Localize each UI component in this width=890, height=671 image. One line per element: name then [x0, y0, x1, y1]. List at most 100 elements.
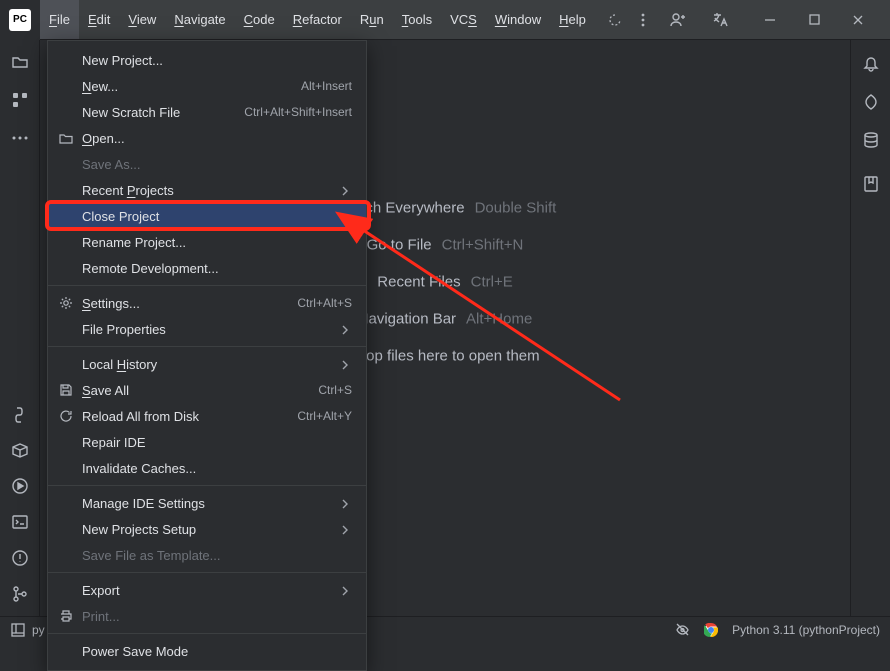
file-menu-manage-ide-settings[interactable]: Manage IDE Settings [48, 490, 366, 516]
window-maximize[interactable] [792, 0, 836, 40]
file-menu-save-all[interactable]: Save AllCtrl+S [48, 377, 366, 403]
menubar[interactable]: FileEditViewNavigateCodeRefactorRunTools… [40, 0, 595, 39]
file-menu-save-file-as-template: Save File as Template... [48, 542, 366, 568]
menubar-item-navigate[interactable]: Navigate [165, 0, 234, 39]
menu-item-label: Settings... [82, 296, 140, 311]
menu-item-label: New Projects Setup [82, 522, 196, 537]
file-menu-settings[interactable]: Settings...Ctrl+Alt+S [48, 290, 366, 316]
menubar-item-help[interactable]: Help [550, 0, 595, 39]
vcs-icon[interactable] [10, 584, 30, 604]
chrome-icon[interactable] [704, 623, 718, 637]
packages-icon[interactable] [10, 440, 30, 460]
project-filter-label[interactable]: py [32, 623, 45, 637]
menubar-item-tools[interactable]: Tools [393, 0, 441, 39]
menu-item-shortcut: Ctrl+Alt+Shift+Insert [244, 105, 352, 119]
menu-separator [48, 346, 366, 347]
file-menu-new-project[interactable]: New Project... [48, 47, 366, 73]
build-icon[interactable] [601, 6, 629, 34]
file-menu-local-history[interactable]: Local History [48, 351, 366, 377]
file-menu-rename-project[interactable]: Rename Project... [48, 229, 366, 255]
reload-icon [58, 408, 74, 424]
menubar-item-vcs[interactable]: VCS [441, 0, 486, 39]
interpreter-label[interactable]: Python 3.11 (pythonProject) [732, 623, 880, 637]
left-toolbar [0, 40, 40, 616]
chevron-right-icon [340, 184, 352, 196]
file-menu-save-as: Save As... [48, 151, 366, 177]
file-menu-file-properties[interactable]: File Properties [48, 316, 366, 342]
chevron-right-icon [340, 358, 352, 370]
notifications-icon[interactable] [861, 54, 881, 74]
menu-item-label: New Project... [82, 53, 163, 68]
menubar-item-code[interactable]: Code [235, 0, 284, 39]
window-minimize[interactable] [748, 0, 792, 40]
python-console-icon[interactable] [10, 404, 30, 424]
menu-item-label: Manage IDE Settings [82, 496, 205, 511]
file-menu-remote-development[interactable]: Remote Development... [48, 255, 366, 281]
more-tool-icon[interactable] [10, 128, 30, 148]
project-tool-icon[interactable] [10, 52, 30, 72]
file-menu-recent-projects[interactable]: Recent Projects [48, 177, 366, 203]
menu-item-label: File Properties [82, 322, 166, 337]
gear-icon [58, 295, 74, 311]
hint-label: Drop files here to open them [350, 347, 539, 364]
file-menu-invalidate-caches[interactable]: Invalidate Caches... [48, 455, 366, 481]
file-menu-reload-all-from-disk[interactable]: Reload All from DiskCtrl+Alt+Y [48, 403, 366, 429]
titlebar: PC FileEditViewNavigateCodeRefactorRunTo… [0, 0, 890, 40]
chevron-right-icon [340, 323, 352, 335]
more-icon[interactable] [629, 6, 657, 34]
hint-shortcut: Ctrl+Shift+N [442, 236, 524, 253]
ai-assistant-icon[interactable] [861, 92, 881, 112]
file-menu-open[interactable]: Open... [48, 125, 366, 151]
menubar-item-window[interactable]: Window [486, 0, 550, 39]
menubar-item-edit[interactable]: Edit [79, 0, 119, 39]
hint-shortcut: Ctrl+E [471, 273, 513, 290]
file-menu-new[interactable]: New...Alt+Insert [48, 73, 366, 99]
window-close[interactable] [836, 0, 880, 40]
welcome-hints: Search EverywhereDouble ShiftGo to FileC… [334, 199, 557, 364]
account-icon[interactable] [664, 6, 692, 34]
database-icon[interactable] [861, 130, 881, 150]
menu-item-label: Power Save Mode [82, 644, 188, 659]
file-menu-repair-ide[interactable]: Repair IDE [48, 429, 366, 455]
tool-windows-icon[interactable] [10, 622, 26, 638]
file-menu-new-scratch-file[interactable]: New Scratch FileCtrl+Alt+Shift+Insert [48, 99, 366, 125]
file-menu-export[interactable]: Export [48, 577, 366, 603]
menu-separator [48, 633, 366, 634]
menubar-item-run[interactable]: Run [351, 0, 393, 39]
translate-icon[interactable] [706, 6, 734, 34]
services-icon[interactable] [10, 476, 30, 496]
file-menu-close-project[interactable]: Close Project [48, 203, 366, 229]
menu-item-label: Save All [82, 383, 129, 398]
menubar-item-refactor[interactable]: Refactor [284, 0, 351, 39]
menubar-item-file[interactable]: File [40, 0, 79, 39]
menu-item-label: Export [82, 583, 120, 598]
hint-label: Recent Files [377, 273, 460, 290]
menu-separator [48, 485, 366, 486]
hint-shortcut: Alt+Home [466, 310, 532, 327]
menu-item-label: Reload All from Disk [82, 409, 199, 424]
file-menu-new-projects-setup[interactable]: New Projects Setup [48, 516, 366, 542]
chevron-right-icon [340, 584, 352, 596]
menubar-item-view[interactable]: View [119, 0, 165, 39]
hint-label: Go to File [367, 236, 432, 253]
menu-item-label: Rename Project... [82, 235, 186, 250]
terminal-icon[interactable] [10, 512, 30, 532]
chevron-right-icon [340, 497, 352, 509]
problems-icon[interactable] [10, 548, 30, 568]
welcome-hint: Navigation BarAlt+Home [334, 310, 557, 327]
welcome-hint: Go to File Ctrl+Shift+N [334, 236, 557, 253]
save-icon [58, 382, 74, 398]
right-toolbar [850, 40, 890, 616]
bookmark-icon[interactable] [861, 174, 881, 194]
menu-item-label: Remote Development... [82, 261, 219, 276]
menu-item-label: Save File as Template... [82, 548, 221, 563]
welcome-hint: Recent Files Ctrl+E [334, 273, 557, 290]
file-menu-dropdown[interactable]: New Project... New...Alt+InsertNew Scratc… [47, 40, 367, 671]
structure-tool-icon[interactable] [10, 90, 30, 110]
menu-item-label: Close Project [82, 209, 159, 224]
menu-separator [48, 285, 366, 286]
indexing-off-icon[interactable] [674, 622, 690, 638]
app-logo: PC [9, 9, 31, 31]
menu-item-label: Save As... [82, 157, 141, 172]
file-menu-print: Print... [48, 603, 366, 629]
